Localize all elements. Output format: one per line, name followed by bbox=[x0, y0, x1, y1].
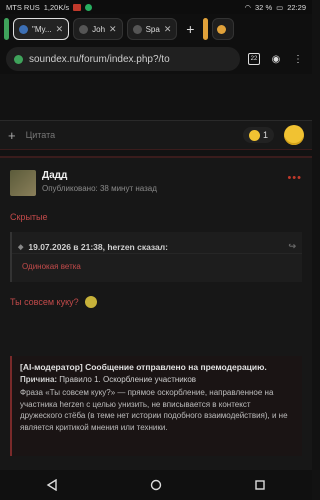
site-favicon-icon bbox=[19, 24, 28, 34]
quote-placeholder[interactable]: Цитата bbox=[26, 130, 233, 140]
share-icon[interactable]: ↪ bbox=[288, 241, 296, 252]
tab-extra[interactable] bbox=[212, 18, 235, 40]
address-bar[interactable]: soundex.ru/forum/index.php?/to bbox=[6, 47, 240, 71]
add-button[interactable]: + bbox=[8, 128, 16, 143]
hidden-label[interactable]: Скрытые bbox=[10, 212, 48, 222]
post-reply: Ты совсем куку? bbox=[10, 296, 97, 308]
clock: 22:29 bbox=[287, 2, 306, 12]
quote-header[interactable]: ◆ 19.07.2026 в 21:38, herzen сказал: ↪ bbox=[12, 240, 302, 254]
wifi-icon: ◠ bbox=[244, 2, 252, 12]
recents-button[interactable] bbox=[248, 473, 272, 497]
reason-text: Правило 1. Оскорбление участников bbox=[59, 375, 197, 384]
quote-header-text: 19.07.2026 в 21:38, herzen сказал: bbox=[28, 241, 168, 252]
site-favicon-icon bbox=[217, 24, 227, 34]
tab-john[interactable]: Joh ✕ bbox=[73, 18, 123, 40]
status-bar: MTS RUS 1,20K/s ◠ 32 % ▭ 22:29 bbox=[0, 0, 312, 14]
chevron-down-icon: ◆ bbox=[18, 243, 24, 251]
post-timestamp: Опубликовано: 38 минут назад bbox=[42, 184, 157, 193]
reason-label: Причина: bbox=[20, 375, 58, 384]
reaction-counter[interactable]: 1 bbox=[242, 127, 274, 143]
moderation-title: [AI-модератор] Сообщение отправлено на п… bbox=[20, 362, 267, 372]
notification-icon bbox=[73, 3, 82, 11]
quote-text: Одинокая ветка bbox=[22, 262, 81, 271]
sick-emoji-icon bbox=[84, 296, 97, 308]
secure-icon bbox=[14, 54, 23, 64]
system-nav-bar bbox=[0, 470, 312, 500]
profile-icon[interactable]: ◉ bbox=[268, 51, 284, 67]
reply-text: Ты совсем куку? bbox=[10, 297, 79, 307]
close-icon[interactable]: ✕ bbox=[56, 24, 64, 35]
site-favicon-icon bbox=[79, 24, 89, 34]
site-favicon-icon bbox=[132, 24, 142, 34]
quote-block: ◆ 19.07.2026 в 21:38, herzen сказал: ↪ О… bbox=[10, 232, 302, 282]
tab-count: 22 bbox=[248, 53, 260, 65]
reaction-count: 1 bbox=[262, 130, 268, 140]
moderation-text: Фраза «Ты совсем куку?» — прямое оскорбл… bbox=[20, 388, 288, 432]
battery-icon: ▭ bbox=[276, 2, 284, 12]
address-bar-row: soundex.ru/forum/index.php?/to 22 ◉ ⋮ bbox=[0, 44, 312, 74]
carrier-label: MTS RUS bbox=[6, 2, 40, 12]
post-author[interactable]: Дадд bbox=[42, 170, 67, 181]
app-icon bbox=[85, 3, 93, 11]
tab-group-indicator-2[interactable] bbox=[203, 18, 209, 40]
moderation-notice: [AI-модератор] Сообщение отправлено на п… bbox=[10, 356, 302, 456]
emoji-picker-icon[interactable] bbox=[284, 125, 304, 145]
tab-title: "My... bbox=[32, 24, 52, 34]
network-speed: 1,20K/s bbox=[43, 2, 70, 12]
battery-percent: 32 % bbox=[255, 2, 273, 12]
back-button[interactable] bbox=[40, 473, 64, 497]
moderation-reason: Причина: Правило 1. Оскорбление участник… bbox=[20, 375, 294, 384]
tab-spa[interactable]: Spa ✕ bbox=[126, 18, 178, 40]
more-options-icon[interactable]: ••• bbox=[287, 172, 302, 184]
close-icon[interactable]: ✕ bbox=[164, 24, 172, 35]
forum-page: + Цитата 1 Дадд Опубликовано: 38 минут н… bbox=[0, 74, 312, 470]
smiley-icon bbox=[248, 129, 260, 141]
tab-title: Spa bbox=[145, 24, 160, 34]
tabs-button[interactable]: 22 bbox=[246, 51, 262, 67]
post-header: Дадд Опубликовано: 38 минут назад ••• bbox=[10, 170, 302, 200]
home-button[interactable] bbox=[144, 473, 168, 497]
tab-current[interactable]: "My... ✕ bbox=[13, 18, 70, 40]
tab-strip: "My... ✕ Joh ✕ Spa ✕ + bbox=[0, 14, 312, 44]
menu-icon[interactable]: ⋮ bbox=[290, 51, 306, 67]
new-tab-button[interactable]: + bbox=[181, 21, 199, 37]
tab-group-indicator[interactable] bbox=[4, 18, 9, 40]
forum-post: Дадд Опубликовано: 38 минут назад ••• Ск… bbox=[0, 156, 312, 470]
url-text: soundex.ru/forum/index.php?/to bbox=[29, 53, 170, 65]
close-icon[interactable]: ✕ bbox=[109, 24, 117, 35]
avatar[interactable] bbox=[10, 170, 36, 196]
tab-title: Joh bbox=[92, 24, 106, 34]
reply-editor: + Цитата 1 bbox=[0, 120, 312, 150]
